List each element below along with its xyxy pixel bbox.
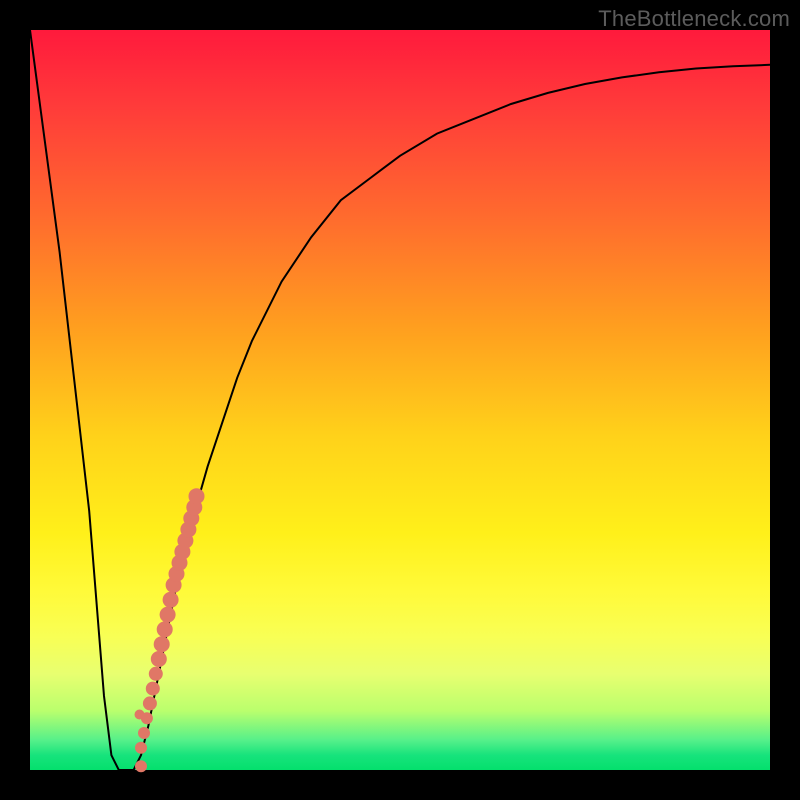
- data-point: [151, 651, 167, 667]
- data-point: [138, 727, 150, 739]
- data-point: [189, 488, 205, 504]
- chart-frame: TheBottleneck.com: [0, 0, 800, 800]
- data-point: [135, 710, 145, 720]
- bottleneck-curve: [30, 30, 770, 770]
- data-point: [135, 742, 147, 754]
- point-cluster: [135, 488, 205, 772]
- data-point: [143, 696, 157, 710]
- data-point: [154, 636, 170, 652]
- data-point: [135, 760, 147, 772]
- data-point: [157, 621, 173, 637]
- data-point: [146, 682, 160, 696]
- watermark-text: TheBottleneck.com: [598, 6, 790, 32]
- data-point: [160, 607, 176, 623]
- chart-overlay: [30, 30, 770, 770]
- data-point: [149, 667, 163, 681]
- data-point: [163, 592, 179, 608]
